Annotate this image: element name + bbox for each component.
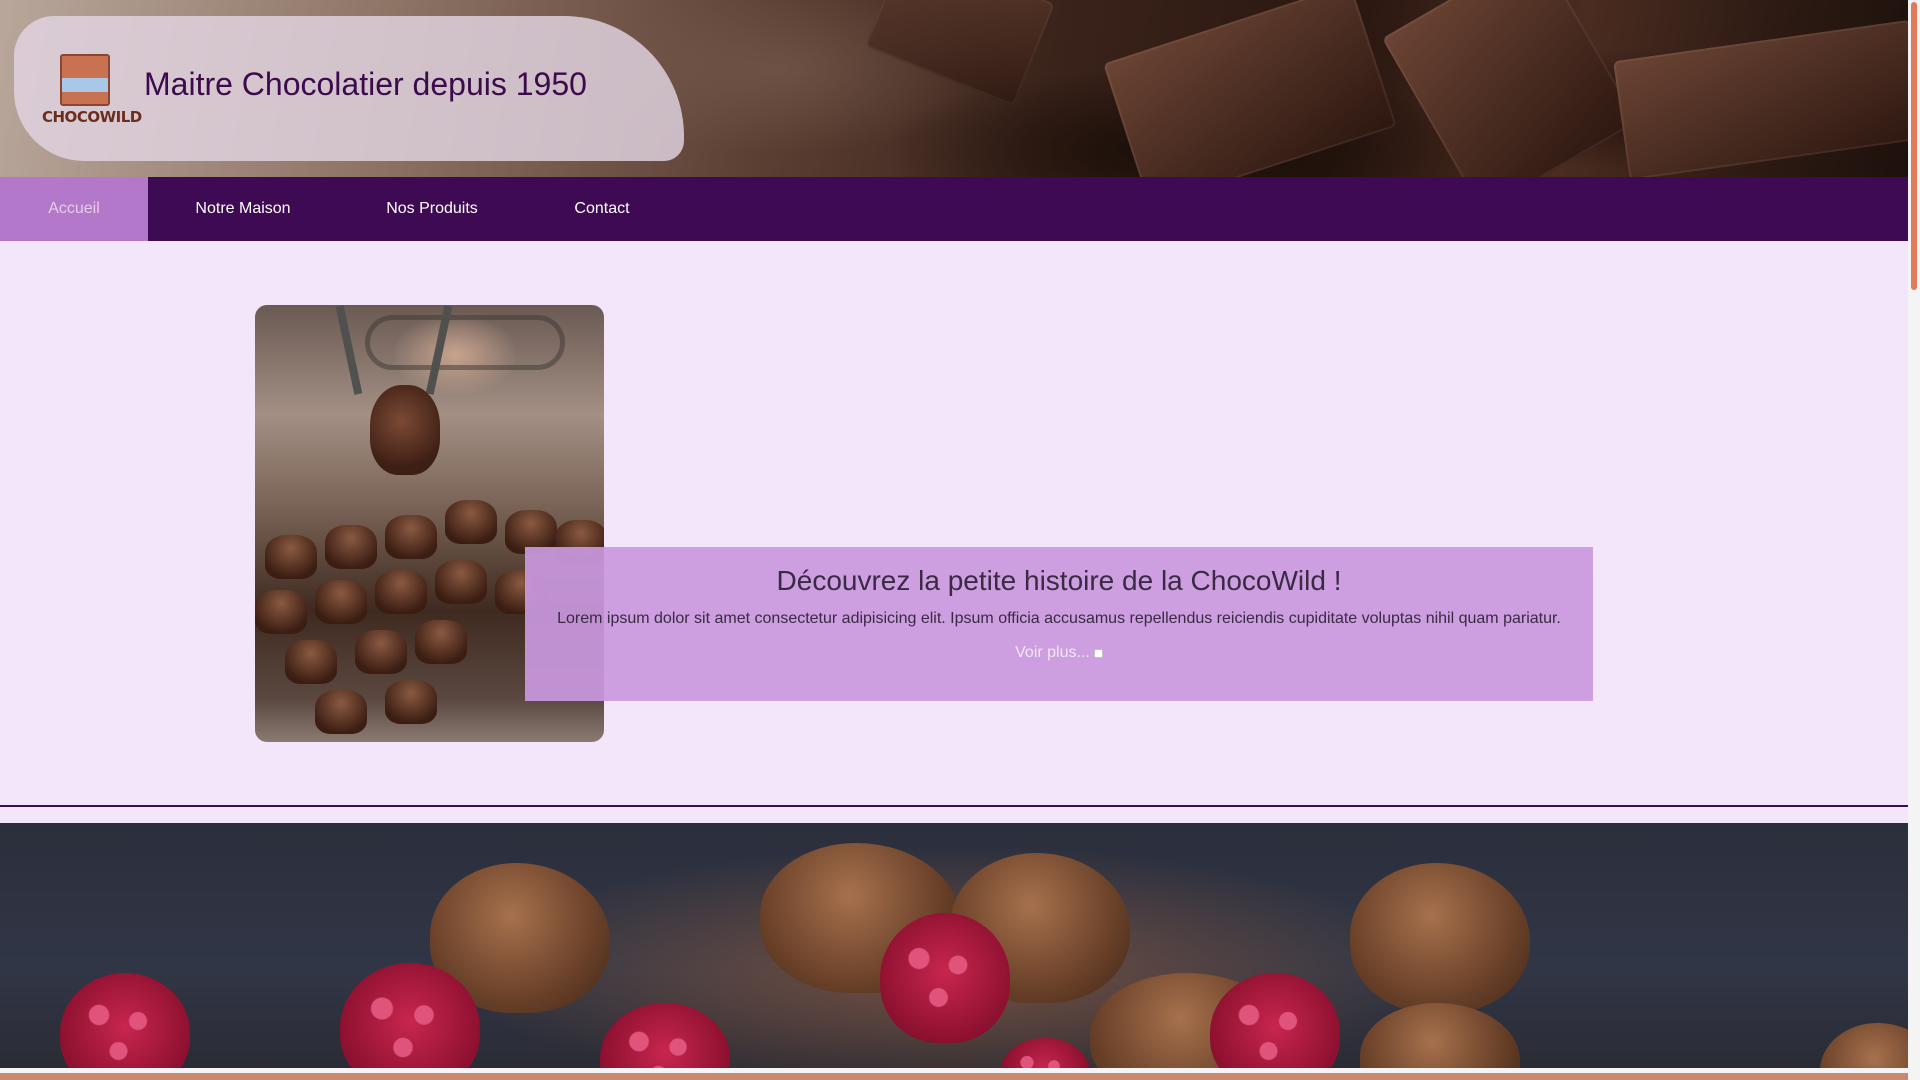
chocolate-bar-logo-icon bbox=[60, 54, 110, 106]
story-card: Découvrez la petite histoire de la Choco… bbox=[525, 547, 1593, 701]
header-banner: CHOCOWILD Maitre Chocolatier depuis 1950 bbox=[0, 0, 1908, 177]
voir-plus-label: Voir plus... bbox=[1015, 644, 1090, 661]
logo[interactable]: CHOCOWILD bbox=[42, 54, 142, 126]
nav-item-contact[interactable]: Contact bbox=[526, 177, 678, 241]
section-divider bbox=[0, 805, 1908, 807]
checkbox-icon[interactable] bbox=[1093, 648, 1103, 658]
footer-strip bbox=[0, 1068, 1908, 1080]
page-scrollbar[interactable] bbox=[1908, 0, 1920, 1080]
nav-item-nos-produits[interactable]: Nos Produits bbox=[338, 177, 526, 241]
nav-item-accueil[interactable]: Accueil bbox=[0, 177, 148, 241]
scrollbar-thumb[interactable] bbox=[1911, 2, 1917, 290]
voir-plus-link[interactable]: Voir plus... bbox=[1015, 644, 1103, 662]
truffle-banner bbox=[0, 823, 1908, 1068]
site-title: Maitre Chocolatier depuis 1950 bbox=[144, 66, 587, 102]
story-text: Lorem ipsum dolor sit amet consectetur a… bbox=[557, 610, 1561, 627]
logo-text: CHOCOWILD bbox=[42, 108, 142, 126]
page: CHOCOWILD Maitre Chocolatier depuis 1950… bbox=[0, 0, 1908, 1080]
story-title: Découvrez la petite histoire de la Choco… bbox=[776, 565, 1342, 596]
nav-item-notre-maison[interactable]: Notre Maison bbox=[148, 177, 338, 241]
main-nav: Accueil Notre Maison Nos Produits Contac… bbox=[0, 177, 1908, 241]
